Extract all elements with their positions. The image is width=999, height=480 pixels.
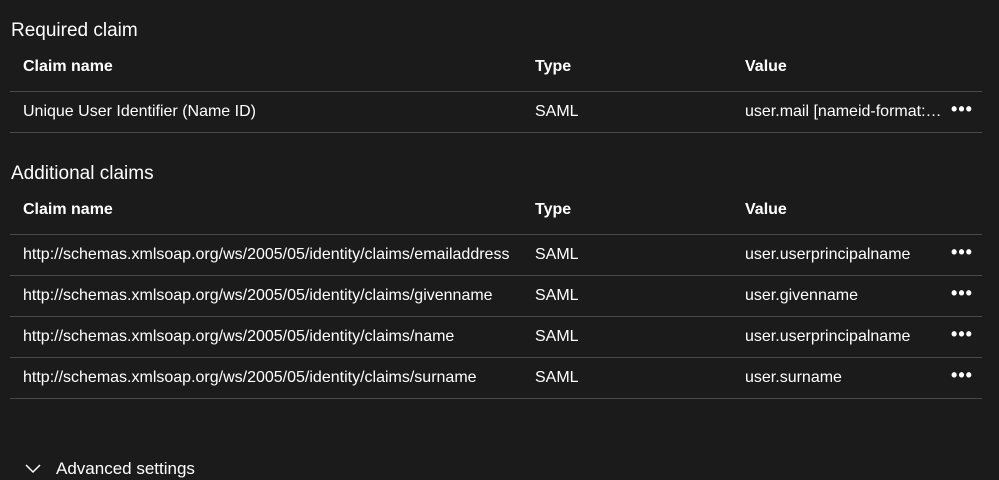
- column-header-claim-name[interactable]: Claim name: [10, 53, 535, 79]
- table-row[interactable]: http://schemas.xmlsoap.org/ws/2005/05/id…: [10, 358, 982, 399]
- claim-name: http://schemas.xmlsoap.org/ws/2005/05/id…: [23, 369, 477, 386]
- advanced-settings-label: Advanced settings: [56, 459, 195, 478]
- table-row[interactable]: http://schemas.xmlsoap.org/ws/2005/05/id…: [10, 317, 982, 358]
- claim-value: user.givenname: [745, 287, 858, 304]
- claim-type: SAML: [535, 369, 579, 386]
- table-row[interactable]: http://schemas.xmlsoap.org/ws/2005/05/id…: [10, 235, 982, 276]
- column-header-type[interactable]: Type: [535, 196, 745, 222]
- more-actions-button[interactable]: •••: [942, 92, 982, 132]
- table-header: Claim name Type Value: [10, 53, 982, 92]
- claim-value: user.surname: [745, 369, 842, 386]
- column-header-value[interactable]: Value: [745, 196, 942, 222]
- more-icon: •••: [951, 324, 973, 344]
- table-row[interactable]: http://schemas.xmlsoap.org/ws/2005/05/id…: [10, 276, 982, 317]
- claim-type: SAML: [535, 287, 579, 304]
- more-actions-button[interactable]: •••: [942, 276, 982, 316]
- column-header-value[interactable]: Value: [745, 53, 942, 79]
- more-actions-button[interactable]: •••: [942, 317, 982, 357]
- required-claim-table: Claim name Type Value Unique User Identi…: [10, 53, 982, 133]
- more-actions-button[interactable]: •••: [942, 235, 982, 275]
- claim-value: user.userprincipalname: [745, 246, 911, 263]
- claim-name: http://schemas.xmlsoap.org/ws/2005/05/id…: [23, 246, 510, 263]
- claim-value: user.userprincipalname: [745, 328, 911, 345]
- claim-name: http://schemas.xmlsoap.org/ws/2005/05/id…: [23, 328, 455, 345]
- table-row[interactable]: Unique User Identifier (Name ID) SAML us…: [10, 92, 982, 133]
- additional-claims-title: Additional claims: [11, 163, 154, 184]
- advanced-settings-toggle[interactable]: Advanced settings: [24, 456, 195, 480]
- chevron-down-icon: [24, 460, 42, 478]
- more-icon: •••: [951, 242, 973, 262]
- claim-name: http://schemas.xmlsoap.org/ws/2005/05/id…: [23, 287, 493, 304]
- claim-value: user.mail [nameid-format:emailAddress]: [745, 103, 942, 120]
- claims-page: Required claim Claim name Type Value Uni…: [0, 18, 999, 480]
- more-icon: •••: [951, 283, 973, 303]
- table-header: Claim name Type Value: [10, 196, 982, 235]
- claim-type: SAML: [535, 246, 579, 263]
- more-icon: •••: [951, 365, 973, 385]
- more-actions-button[interactable]: •••: [942, 358, 982, 398]
- additional-claims-table: Claim name Type Value http://schemas.xml…: [10, 196, 982, 399]
- column-header-type[interactable]: Type: [535, 53, 745, 79]
- claim-type: SAML: [535, 328, 579, 345]
- claim-type: SAML: [535, 103, 579, 120]
- more-icon: •••: [951, 99, 973, 119]
- required-claim-title: Required claim: [11, 20, 138, 41]
- column-header-claim-name[interactable]: Claim name: [10, 196, 535, 222]
- claim-name: Unique User Identifier (Name ID): [23, 103, 256, 120]
